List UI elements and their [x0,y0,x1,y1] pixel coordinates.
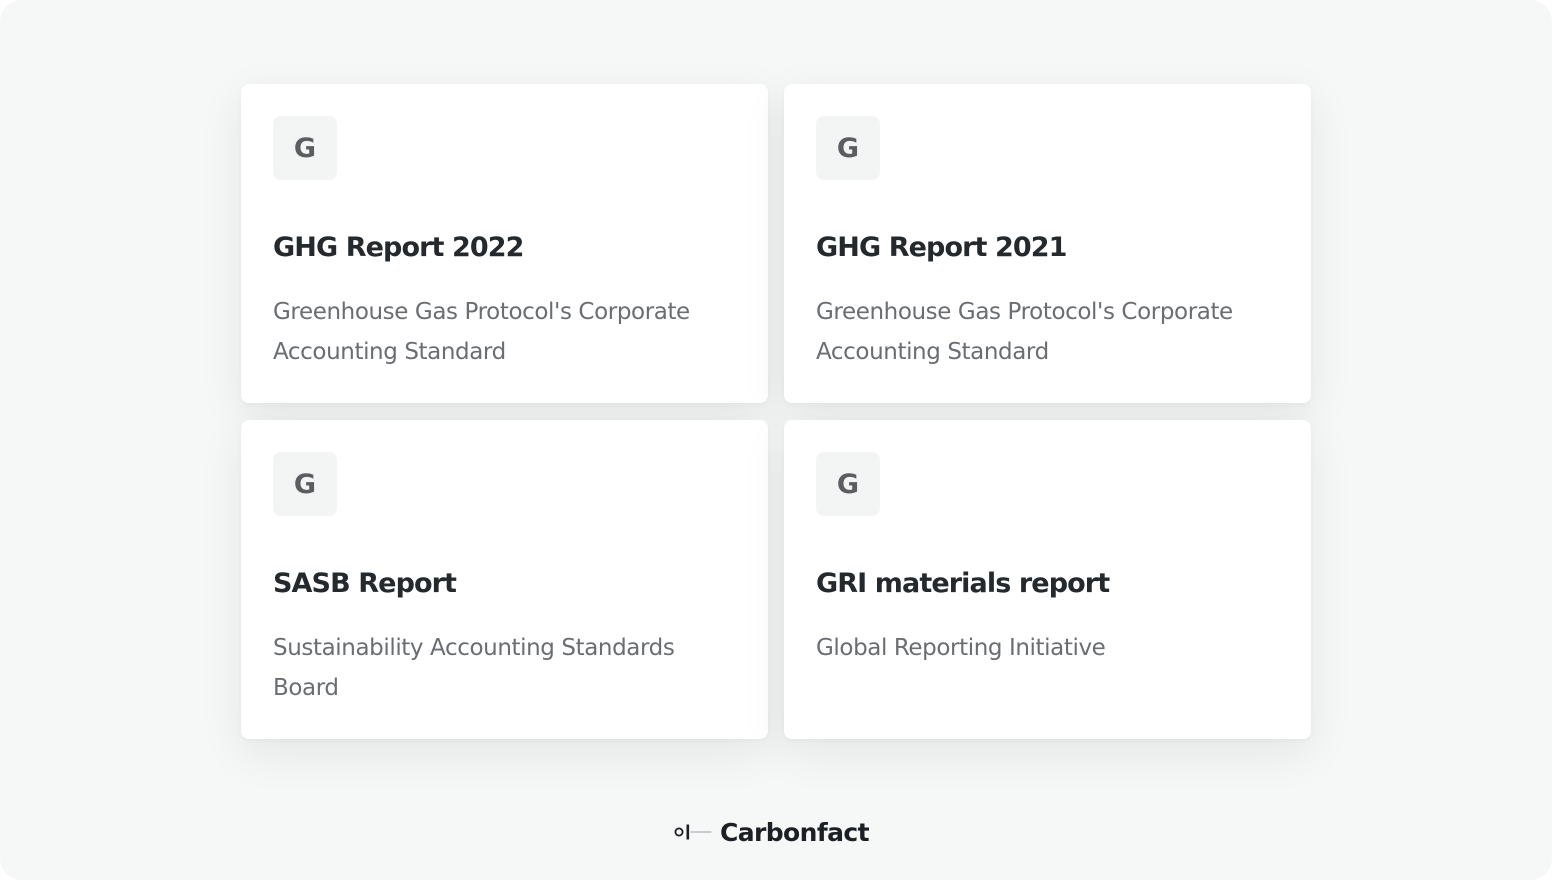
report-card-gri[interactable]: G GRI materials report Global Reporting … [784,420,1311,739]
report-card-ghg-2022[interactable]: G GHG Report 2022 Greenhouse Gas Protoco… [241,84,768,403]
report-letter-icon: G [273,452,337,516]
page-background: G GHG Report 2022 Greenhouse Gas Protoco… [0,0,1552,880]
report-letter-icon: G [816,116,880,180]
report-description: Global Reporting Initiative [816,635,1106,661]
carbonfact-logo-icon [674,824,712,840]
report-description: Greenhouse Gas Protocol's Corporate Acco… [816,299,1233,365]
report-card-sasb[interactable]: G SASB Report Sustainability Accounting … [241,420,768,739]
report-card-grid: G GHG Report 2022 Greenhouse Gas Protoco… [241,84,1311,739]
report-title: GHG Report 2021 [816,232,1067,263]
report-description: Greenhouse Gas Protocol's Corporate Acco… [273,299,690,365]
report-title: GHG Report 2022 [273,232,524,263]
report-letter-icon: G [273,116,337,180]
report-title: GRI materials report [816,568,1110,599]
report-description: Sustainability Accounting Standards Boar… [273,635,675,701]
report-card-ghg-2021[interactable]: G GHG Report 2021 Greenhouse Gas Protoco… [784,84,1311,403]
brand-name: Carbonfact [720,817,870,847]
report-title: SASB Report [273,568,457,599]
report-letter-icon: G [816,452,880,516]
brand-logo: Carbonfact [674,814,870,850]
